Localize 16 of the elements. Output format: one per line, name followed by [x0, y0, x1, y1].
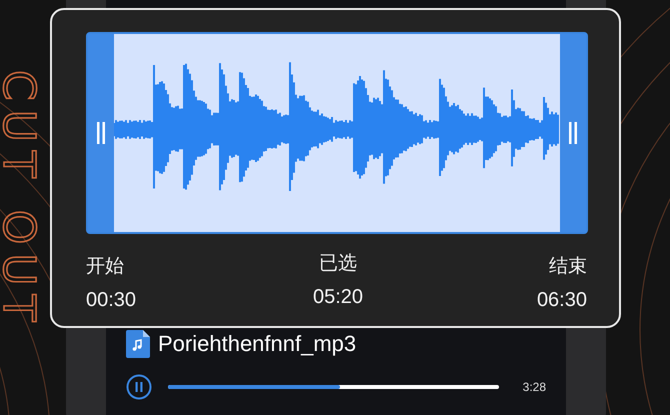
time-label: 开始	[86, 257, 124, 276]
grip-icon	[569, 122, 577, 144]
file-name: Poriehthenfnnf_mp3	[158, 333, 356, 355]
pause-button[interactable]	[126, 374, 152, 400]
time-value: 00:30	[86, 290, 136, 310]
cut-out-title: CUT OUT	[0, 70, 40, 331]
start-trim-handle[interactable]	[88, 34, 114, 232]
time-value: 06:30	[536, 290, 587, 310]
grip-icon	[97, 122, 105, 144]
time-label: 已选	[319, 254, 357, 273]
duration-text: 3:28	[522, 379, 546, 396]
time-label: 结束	[549, 257, 587, 276]
time-value: 05:20	[312, 287, 364, 307]
progress-track[interactable]	[168, 385, 499, 389]
end-trim-handle[interactable]	[560, 34, 586, 232]
music-file-icon	[126, 330, 150, 358]
